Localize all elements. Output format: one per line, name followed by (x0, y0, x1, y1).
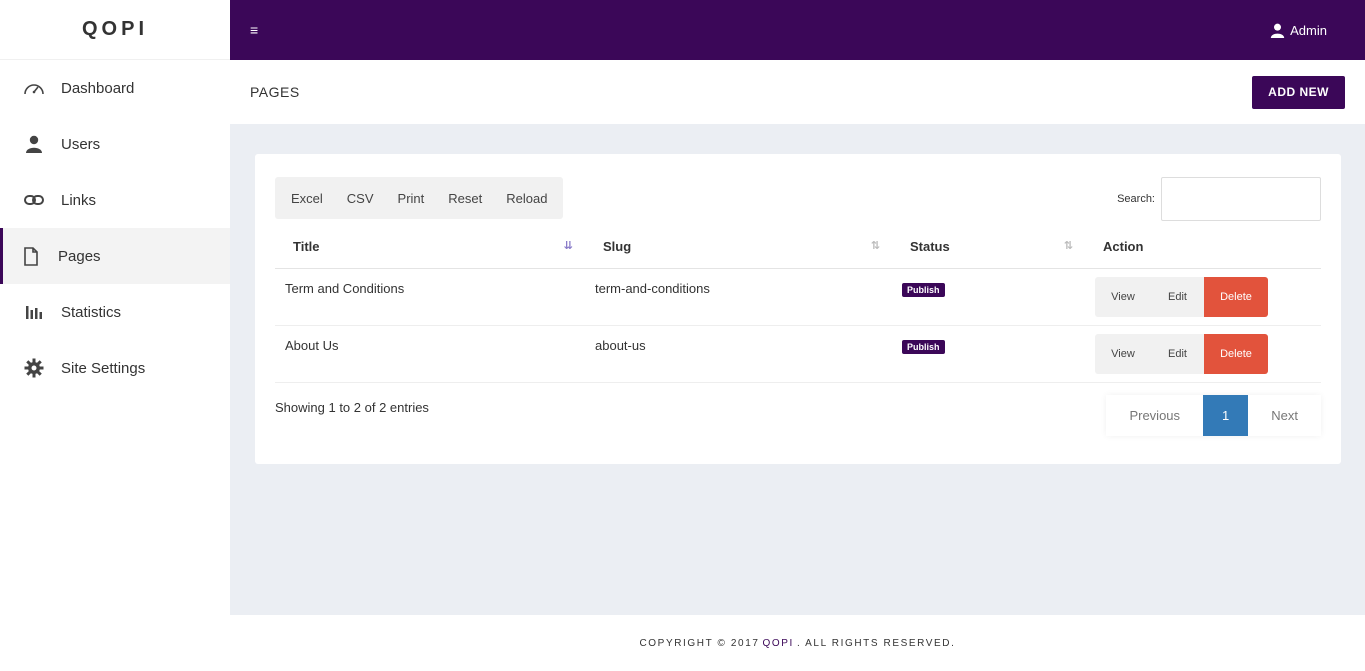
csv-button[interactable]: CSV (335, 177, 386, 219)
cell-actions: View Edit Delete (1085, 325, 1321, 383)
sidebar-item-users[interactable]: Users (0, 116, 230, 172)
status-badge: Publish (902, 339, 945, 354)
brand-logo[interactable]: QOPI (0, 0, 230, 60)
column-header-slug[interactable]: Slug ⇅ (585, 226, 892, 269)
cell-slug: term-and-conditions (585, 268, 892, 326)
table-row: About Us about-us Publish View Edit Dele… (275, 325, 1321, 383)
column-header-title[interactable]: Title ⇊ (275, 226, 585, 269)
edit-button[interactable]: Edit (1151, 333, 1204, 374)
cell-title: About Us (275, 325, 585, 383)
bar-chart-icon (23, 301, 45, 323)
search-input[interactable] (1161, 177, 1321, 221)
sidebar-nav: Dashboard Users Links Pages Statistics S… (0, 60, 230, 396)
previous-page-button[interactable]: Previous (1106, 395, 1204, 436)
column-header-status[interactable]: Status ⇅ (892, 226, 1085, 269)
footer-copyright: COPYRIGHT © 2017 (639, 637, 760, 649)
cell-status: Publish (892, 325, 1085, 383)
add-new-button[interactable]: ADD NEW (1252, 75, 1345, 109)
sidebar-item-links[interactable]: Links (0, 172, 230, 228)
sidebar-item-label: Dashboard (61, 79, 135, 97)
sidebar-item-label: Site Settings (61, 359, 146, 377)
table-info: Showing 1 to 2 of 2 entries (275, 400, 429, 415)
pages-table-card: Excel CSV Print Reset Reload Search: Tit… (255, 154, 1341, 464)
row-actions: View Edit Delete (1095, 333, 1311, 374)
pages-table: Title ⇊ Slug ⇅ Status ⇅ Action Term and Con… (275, 226, 1321, 383)
delete-button[interactable]: Delete (1204, 333, 1268, 374)
next-page-button[interactable]: Next (1248, 395, 1321, 436)
file-icon (20, 245, 42, 267)
page-1-button[interactable]: 1 (1203, 395, 1249, 436)
sidebar-item-dashboard[interactable]: Dashboard (0, 60, 230, 116)
user-menu[interactable]: Admin (1270, 23, 1327, 38)
print-button[interactable]: Print (386, 177, 437, 219)
cell-slug: about-us (585, 325, 892, 383)
topbar: ≡ Admin (230, 0, 1365, 60)
gear-icon (23, 357, 45, 379)
sidebar: QOPI Dashboard Users Links Pages Statist… (0, 0, 230, 671)
pagination: Previous 1 Next (1106, 395, 1321, 436)
user-icon (23, 133, 45, 155)
menu-toggle-icon[interactable]: ≡ (250, 22, 258, 38)
sidebar-item-label: Links (61, 191, 97, 209)
view-button[interactable]: View (1095, 276, 1151, 317)
reset-button[interactable]: Reset (436, 177, 494, 219)
user-icon (1270, 23, 1285, 38)
footer-brand-link[interactable]: QOPI (763, 638, 794, 649)
footer: COPYRIGHT © 2017 QOPI . ALL RIGHTS RESER… (230, 615, 1365, 671)
export-toolbar: Excel CSV Print Reset Reload (275, 177, 564, 219)
reload-button[interactable]: Reload (494, 177, 559, 219)
page-title: PAGES (250, 84, 300, 100)
column-header-action: Action (1085, 226, 1321, 269)
table-row: Term and Conditions term-and-conditions … (275, 268, 1321, 326)
sidebar-item-pages[interactable]: Pages (0, 228, 230, 284)
excel-button[interactable]: Excel (279, 177, 335, 219)
sidebar-item-label: Users (61, 135, 101, 153)
row-actions: View Edit Delete (1095, 276, 1311, 317)
dashboard-icon (23, 77, 45, 99)
sort-desc-icon: ⇊ (563, 240, 573, 252)
user-name: Admin (1290, 22, 1327, 38)
footer-rights: . ALL RIGHTS RESERVED. (796, 637, 956, 649)
sidebar-item-site-settings[interactable]: Site Settings (0, 340, 230, 396)
cell-status: Publish (892, 268, 1085, 326)
edit-button[interactable]: Edit (1151, 276, 1204, 317)
sidebar-item-label: Pages (58, 247, 101, 265)
search-box: Search: (1117, 177, 1321, 221)
page-header: PAGES ADD NEW (230, 60, 1365, 124)
delete-button[interactable]: Delete (1204, 276, 1268, 317)
sidebar-item-label: Statistics (61, 303, 122, 321)
cell-actions: View Edit Delete (1085, 268, 1321, 326)
sort-icon: ⇅ (1063, 240, 1073, 252)
cell-title: Term and Conditions (275, 268, 585, 326)
link-icon (23, 189, 45, 211)
status-badge: Publish (902, 282, 945, 297)
sort-icon: ⇅ (870, 240, 880, 252)
table-header-row: Title ⇊ Slug ⇅ Status ⇅ Action (275, 226, 1321, 269)
sidebar-item-statistics[interactable]: Statistics (0, 284, 230, 340)
view-button[interactable]: View (1095, 333, 1151, 374)
search-label: Search: (1117, 193, 1155, 205)
